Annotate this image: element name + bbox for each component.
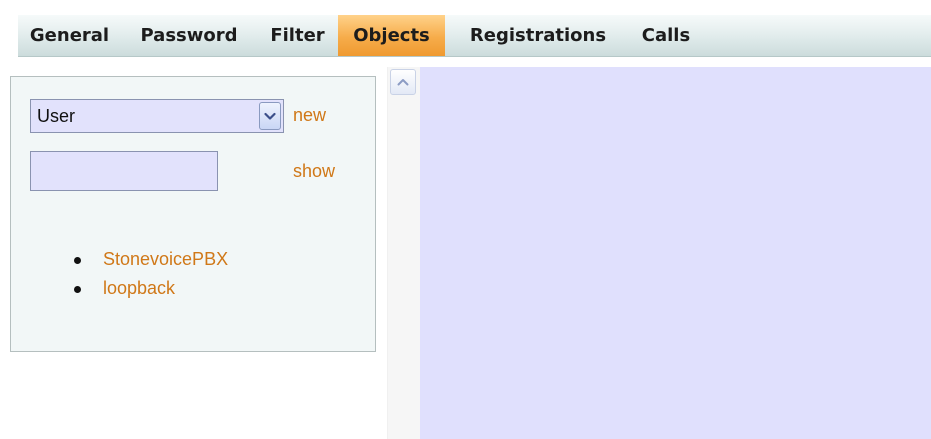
tab-objects[interactable]: Objects bbox=[338, 15, 445, 56]
bullet-icon bbox=[74, 257, 81, 264]
scrollbar[interactable] bbox=[387, 67, 420, 439]
tab-bar: General Password Filter Objects Registra… bbox=[18, 15, 931, 57]
object-link-stonevoicepbx[interactable]: StonevoicePBX bbox=[103, 249, 228, 269]
list-item: StonevoicePBX bbox=[11, 245, 228, 274]
object-link-loopback[interactable]: loopback bbox=[103, 278, 175, 298]
page: General Password Filter Objects Registra… bbox=[0, 0, 931, 439]
object-type-select-value: User bbox=[37, 106, 76, 126]
object-list: StonevoicePBX loopback bbox=[11, 245, 228, 303]
content-area bbox=[420, 67, 931, 439]
list-item: loopback bbox=[11, 274, 228, 303]
show-link[interactable]: show bbox=[293, 161, 335, 182]
objects-panel: User new show StonevoicePBX loopback bbox=[10, 76, 376, 352]
tab-registrations[interactable]: Registrations bbox=[445, 15, 631, 56]
bullet-icon bbox=[74, 286, 81, 293]
object-type-select[interactable]: User bbox=[30, 99, 284, 133]
tab-filter[interactable]: Filter bbox=[257, 15, 338, 56]
tab-password[interactable]: Password bbox=[121, 15, 257, 56]
tab-calls[interactable]: Calls bbox=[631, 15, 701, 56]
tab-general[interactable]: General bbox=[18, 15, 121, 56]
search-input[interactable] bbox=[30, 151, 218, 191]
arrow-up-icon[interactable] bbox=[390, 69, 416, 95]
new-link[interactable]: new bbox=[293, 105, 326, 126]
chevron-down-icon[interactable] bbox=[259, 102, 281, 130]
